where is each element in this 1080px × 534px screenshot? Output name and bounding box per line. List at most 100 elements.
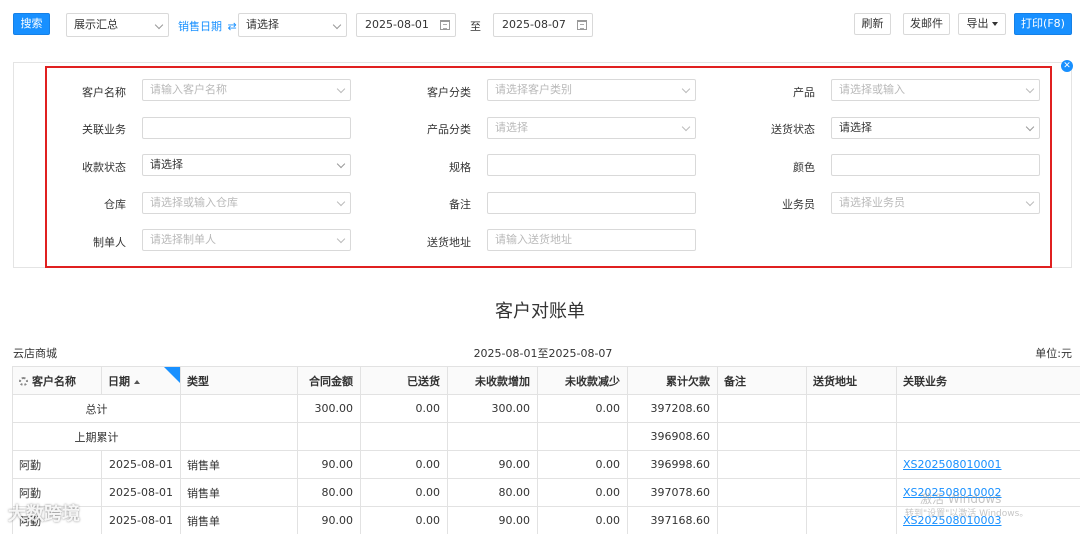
total-type xyxy=(180,394,298,423)
col-date-label: 日期 xyxy=(108,374,130,388)
product-placeholder: 请选择或输入 xyxy=(839,83,905,96)
summary-select[interactable]: 展示汇总 xyxy=(66,13,169,37)
end-date-input[interactable]: 2025-08-07 xyxy=(493,13,593,37)
date-type-select[interactable]: 请选择 xyxy=(238,13,347,37)
color-input[interactable] xyxy=(831,154,1040,176)
send-email-button[interactable]: 发邮件 xyxy=(903,13,950,35)
cell-type: 销售单 xyxy=(180,450,298,479)
chevron-down-icon xyxy=(1025,84,1035,94)
prior-address xyxy=(806,422,897,451)
prior-increase xyxy=(447,422,538,451)
chevron-down-icon xyxy=(336,197,346,207)
related-business-input[interactable] xyxy=(142,117,351,139)
spec-input[interactable] xyxy=(487,154,696,176)
cell-balance: 397168.60 xyxy=(627,506,718,534)
delivery-status-value: 请选择 xyxy=(839,121,872,134)
product-label: 产品 xyxy=(793,86,815,99)
cell-increase: 80.00 xyxy=(447,478,538,507)
payment-status-label: 收款状态 xyxy=(82,161,126,174)
creator-placeholder: 请选择制单人 xyxy=(150,233,216,246)
warehouse-select[interactable]: 请选择或输入仓库 xyxy=(142,192,351,214)
prior-period-row: 上期累计 396908.60 xyxy=(12,422,1080,451)
customer-name-placeholder: 请输入客户名称 xyxy=(150,83,227,96)
business-link[interactable]: XS202508010001 xyxy=(903,458,1002,471)
end-date-value: 2025-08-07 xyxy=(502,18,566,31)
customer-name-label: 客户名称 xyxy=(82,86,126,99)
col-delivered[interactable]: 已送货 xyxy=(360,366,448,395)
delivery-address-input[interactable]: 请输入送货地址 xyxy=(487,229,696,251)
total-remark xyxy=(717,394,807,423)
cell-customer: 阿勤 xyxy=(12,450,102,479)
col-related-business[interactable]: 关联业务 xyxy=(896,366,1080,395)
remark-input[interactable] xyxy=(487,192,696,214)
warehouse-label: 仓库 xyxy=(104,198,126,211)
cell-address xyxy=(806,478,897,507)
customer-category-select[interactable]: 请选择客户类别 xyxy=(487,79,696,101)
currency-unit: 单位:元 xyxy=(1035,347,1072,360)
cell-decrease: 0.00 xyxy=(537,450,628,479)
delivery-status-select[interactable]: 请选择 xyxy=(831,117,1040,139)
col-remark[interactable]: 备注 xyxy=(717,366,807,395)
prior-label: 上期累计 xyxy=(12,422,181,451)
close-icon[interactable]: ✕ xyxy=(1061,60,1073,72)
product-select[interactable]: 请选择或输入 xyxy=(831,79,1040,101)
col-delivery-address[interactable]: 送货地址 xyxy=(806,366,897,395)
product-category-label: 产品分类 xyxy=(427,123,471,136)
chevron-down-icon xyxy=(1025,122,1035,132)
start-date-input[interactable]: 2025-08-01 xyxy=(356,13,456,37)
chevron-down-icon xyxy=(681,84,691,94)
salesperson-select[interactable]: 请选择业务员 xyxy=(831,192,1040,214)
creator-select[interactable]: 请选择制单人 xyxy=(142,229,351,251)
product-category-placeholder: 请选择 xyxy=(495,121,528,134)
calendar-icon[interactable] xyxy=(440,20,450,30)
chevron-down-icon xyxy=(681,122,691,132)
col-type[interactable]: 类型 xyxy=(180,366,298,395)
start-date-value: 2025-08-01 xyxy=(365,18,429,31)
product-category-select[interactable]: 请选择 xyxy=(487,117,696,139)
cell-contract: 90.00 xyxy=(297,506,361,534)
cell-contract: 80.00 xyxy=(297,478,361,507)
search-button[interactable]: 搜索 xyxy=(13,13,50,35)
cell-delivered: 0.00 xyxy=(360,478,448,507)
sort-ascending-icon[interactable] xyxy=(134,379,140,384)
cell-balance: 397078.60 xyxy=(627,478,718,507)
chevron-down-icon xyxy=(154,20,164,30)
cell-business: XS202508010001 xyxy=(896,450,1080,479)
cell-date: 2025-08-01 xyxy=(101,450,181,479)
cell-remark xyxy=(717,506,807,534)
spec-label: 规格 xyxy=(449,161,471,174)
payment-status-select[interactable]: 请选择 xyxy=(142,154,351,176)
print-button[interactable]: 打印(F8) xyxy=(1014,13,1072,35)
customer-name-input[interactable]: 请输入客户名称 xyxy=(142,79,351,101)
corner-tag-icon xyxy=(164,367,180,383)
chevron-down-icon xyxy=(1025,197,1035,207)
col-unpaid-decrease[interactable]: 未收款减少 xyxy=(537,366,628,395)
cell-contract: 90.00 xyxy=(297,450,361,479)
col-balance[interactable]: 累计欠款 xyxy=(627,366,718,395)
prior-type xyxy=(180,422,298,451)
windows-activation-hint: 转到"设置"以激活 Windows。 xyxy=(905,509,1029,519)
col-date[interactable]: 日期 xyxy=(101,366,181,395)
customer-category-label: 客户分类 xyxy=(427,86,471,99)
cell-remark xyxy=(717,450,807,479)
export-button[interactable]: 导出 xyxy=(958,13,1006,35)
delivery-address-label: 送货地址 xyxy=(427,236,471,249)
cell-increase: 90.00 xyxy=(447,506,538,534)
refresh-button[interactable]: 刷新 xyxy=(854,13,891,35)
gear-icon[interactable] xyxy=(19,377,28,386)
report-period: 2025-08-01至2025-08-07 xyxy=(473,347,613,360)
prior-business xyxy=(896,422,1080,451)
col-customer-name-label: 客户名称 xyxy=(32,374,76,388)
col-contract-amount[interactable]: 合同金额 xyxy=(297,366,361,395)
prior-contract xyxy=(297,422,361,451)
total-address xyxy=(806,394,897,423)
calendar-icon[interactable] xyxy=(577,20,587,30)
table-row[interactable]: 阿勤 2025-08-01 销售单 90.00 0.00 90.00 0.00 … xyxy=(12,450,1080,479)
col-customer-name[interactable]: 客户名称 xyxy=(12,366,102,395)
prior-balance: 396908.60 xyxy=(627,422,718,451)
color-label: 颜色 xyxy=(793,161,815,174)
prior-decrease xyxy=(537,422,628,451)
date-type-toggle[interactable]: 销售日期 ⇄ xyxy=(178,18,237,34)
col-unpaid-increase[interactable]: 未收款增加 xyxy=(447,366,538,395)
prior-delivered xyxy=(360,422,448,451)
